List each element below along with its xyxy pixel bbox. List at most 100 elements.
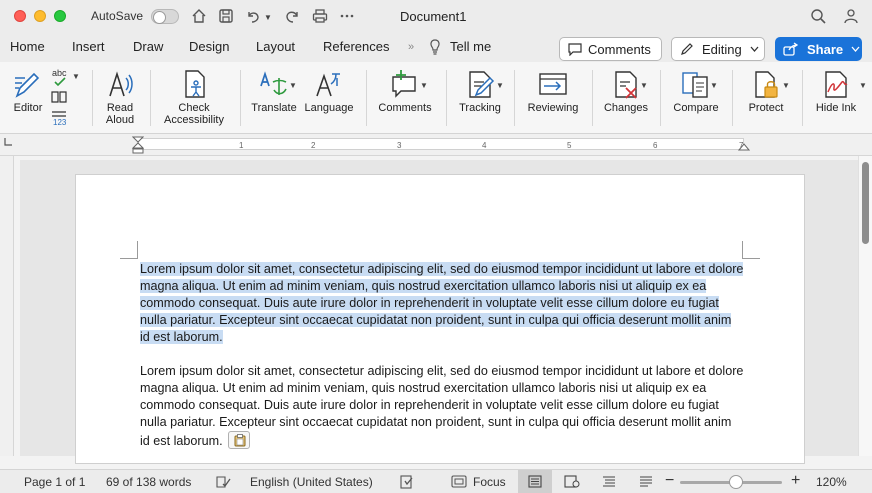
review-ribbon: Editor abc ▼ 123 Read Aloud Check Access… <box>0 62 872 134</box>
accessibility-status-icon[interactable] <box>399 474 415 490</box>
tell-me-search[interactable]: Tell me <box>450 39 491 54</box>
ruler-track: 1 2 3 4 5 6 7 <box>138 138 744 150</box>
window-minimize-button[interactable] <box>34 10 46 22</box>
zoom-slider[interactable] <box>680 475 782 489</box>
margin-mark <box>120 241 138 259</box>
zoom-level[interactable]: 120% <box>816 475 847 489</box>
editing-button-label: Editing <box>702 41 742 57</box>
account-icon[interactable] <box>842 7 860 25</box>
status-bar: Page 1 of 1 69 of 138 words English (Uni… <box>0 469 872 493</box>
clipboard-icon <box>234 434 246 447</box>
proofing-icon[interactable] <box>215 475 231 489</box>
ribbon-comments-button[interactable]: Comments <box>374 62 436 134</box>
tab-layout[interactable]: Layout <box>256 39 295 54</box>
selected-paragraph[interactable]: Lorem ipsum dolor sit amet, consectetur … <box>140 261 744 346</box>
paste-options-button[interactable] <box>228 431 251 449</box>
compare-dropdown-icon[interactable]: ▼ <box>710 81 718 90</box>
share-icon <box>783 42 799 56</box>
more-tabs-chevron-icon[interactable]: » <box>408 41 414 53</box>
ribbon-separator <box>802 70 803 126</box>
undo-dropdown-icon[interactable]: ▼ <box>264 13 272 22</box>
compare-label: Compare <box>673 102 719 114</box>
word-count-number-label: 123 <box>53 118 67 127</box>
zoom-slider-knob[interactable] <box>729 475 743 489</box>
window-zoom-button[interactable] <box>54 10 66 22</box>
check-accessibility-button[interactable]: Check Accessibility <box>158 62 230 134</box>
share-button[interactable]: Share <box>775 37 862 61</box>
language-status[interactable]: English (United States) <box>250 475 373 489</box>
hide-ink-label: Hide Ink <box>815 102 857 114</box>
undo-icon[interactable] <box>244 7 262 25</box>
ribbon-separator <box>514 70 515 126</box>
reviewing-pane-icon <box>539 73 567 95</box>
ruler-number: 5 <box>567 141 572 150</box>
protect-dropdown-icon[interactable]: ▼ <box>782 81 790 90</box>
hide-ink-dropdown-icon[interactable]: ▼ <box>859 81 867 90</box>
changes-dropdown-icon[interactable]: ▼ <box>640 81 648 90</box>
compare-button[interactable]: Compare <box>668 62 724 134</box>
zoom-in-button[interactable]: + <box>791 472 800 490</box>
language-button[interactable]: Language <box>302 62 356 134</box>
focus-icon <box>451 475 467 488</box>
document-page[interactable]: Lorem ipsum dolor sit amet, consectetur … <box>75 174 805 464</box>
tab-insert[interactable]: Insert <box>72 39 105 54</box>
reviewing-label: Reviewing <box>527 102 579 114</box>
ruler-number: 2 <box>311 141 316 150</box>
changes-button[interactable]: Changes <box>600 62 652 134</box>
draft-view-button[interactable] <box>629 470 663 493</box>
outline-view-button[interactable] <box>592 470 626 493</box>
ruler-number: 4 <box>482 141 487 150</box>
editor-icon <box>15 72 40 98</box>
right-indent-marker-icon[interactable] <box>738 140 750 152</box>
accessibility-icon <box>185 70 205 98</box>
ruler-number: 3 <box>397 141 402 150</box>
tab-design[interactable]: Design <box>189 39 229 54</box>
read-aloud-icon <box>109 71 133 97</box>
search-icon[interactable] <box>809 7 827 25</box>
tab-draw[interactable]: Draw <box>133 39 163 54</box>
ruler-number: 6 <box>653 141 658 150</box>
page-count[interactable]: Page 1 of 1 <box>24 475 85 489</box>
hide-ink-icon <box>825 71 848 98</box>
tracking-button[interactable]: Tracking <box>454 62 506 134</box>
hide-ink-button[interactable]: Hide Ink <box>810 62 862 134</box>
ribbon-separator <box>732 70 733 126</box>
more-icon[interactable] <box>338 7 356 25</box>
autosave-toggle[interactable] <box>151 9 179 24</box>
read-aloud-button[interactable]: Read Aloud <box>100 62 140 134</box>
redo-icon[interactable] <box>283 7 301 25</box>
save-icon[interactable] <box>217 7 235 25</box>
web-layout-view-button[interactable] <box>555 470 589 493</box>
horizontal-ruler[interactable]: 1 2 3 4 5 6 7 <box>0 134 872 156</box>
vertical-ruler <box>0 156 14 456</box>
editor-button[interactable]: Editor <box>8 62 48 134</box>
reviewing-pane-button[interactable]: Reviewing <box>522 62 584 134</box>
tab-references[interactable]: References <box>323 39 389 54</box>
print-icon[interactable] <box>311 7 329 25</box>
scrollbar-thumb[interactable] <box>862 162 869 244</box>
protect-button[interactable]: Protect <box>740 62 792 134</box>
vertical-scrollbar[interactable] <box>858 156 872 456</box>
word-count[interactable]: 69 of 138 words <box>106 475 191 489</box>
changes-label: Changes <box>603 102 649 114</box>
print-layout-view-button[interactable] <box>518 470 552 493</box>
tab-home[interactable]: Home <box>10 39 45 54</box>
editing-mode-button[interactable]: Editing <box>671 37 765 61</box>
ribbon-separator <box>150 70 151 126</box>
spelling-dropdown-icon[interactable]: ▼ <box>72 72 80 81</box>
autosave-label: AutoSave <box>91 9 144 23</box>
zoom-out-button[interactable]: − <box>665 472 674 490</box>
window-close-button[interactable] <box>14 10 26 22</box>
translate-dropdown-icon[interactable]: ▼ <box>289 81 297 90</box>
paragraph[interactable]: Lorem ipsum dolor sit amet, consectetur … <box>140 363 744 450</box>
focus-mode-button[interactable]: Focus <box>473 475 506 489</box>
home-icon[interactable] <box>190 7 208 25</box>
tracking-dropdown-icon[interactable]: ▼ <box>496 81 504 90</box>
indent-marker-icon[interactable] <box>132 136 144 154</box>
tab-stop-selector-icon[interactable] <box>3 137 13 147</box>
comments-button[interactable]: Comments <box>559 37 662 61</box>
translate-button[interactable]: Translate <box>248 62 300 134</box>
thesaurus-icon[interactable] <box>51 90 67 104</box>
comments-dropdown-icon[interactable]: ▼ <box>420 81 428 90</box>
editor-label: Editor <box>13 102 43 114</box>
